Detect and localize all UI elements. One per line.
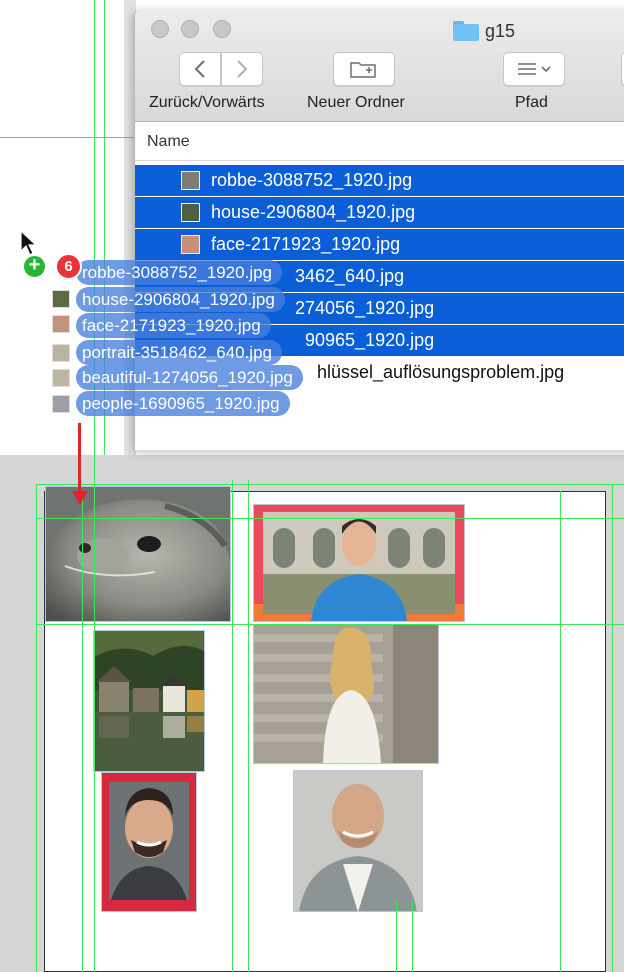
drag-item-label: people-1690965_1920.jpg (82, 394, 280, 413)
new-folder-icon (350, 62, 376, 78)
path-label: Pfad (515, 94, 548, 111)
photo-house[interactable] (93, 630, 205, 772)
file-row[interactable]: robbe-3088752_1920.jpg (135, 165, 624, 196)
guide-vertical-8 (560, 491, 561, 972)
drag-item: house-2906804_1920.jpg (76, 287, 285, 312)
file-name: hlüssel_auflösungsproblem.jpg (317, 362, 565, 382)
photo-woman-stairs[interactable] (253, 624, 439, 764)
guide-vertical-3 (82, 491, 83, 972)
column-header-name[interactable]: Name (135, 123, 624, 161)
guide-vertical-9 (36, 484, 37, 972)
image-thumbnail-icon (52, 315, 70, 333)
guide-vertical-6 (396, 900, 397, 972)
guide-horizontal-4 (36, 518, 624, 519)
guide-vertical-7 (412, 900, 413, 972)
guide-vertical-5 (248, 480, 249, 972)
image-thumbnail-icon (52, 395, 70, 413)
file-name: house-2906804_1920.jpg (211, 202, 416, 222)
file-name: 90965_1920.jpg (305, 330, 435, 350)
close-window-button[interactable] (151, 20, 169, 38)
drag-item: beautiful-1274056_1920.jpg (76, 365, 303, 390)
column-header-label: Name (147, 133, 190, 150)
folder-icon (453, 21, 479, 41)
file-name: 274056_1920.jpg (295, 298, 435, 318)
drag-item-label: house-2906804_1920.jpg (82, 290, 275, 309)
chevron-left-icon (194, 60, 205, 78)
drag-item: face-2171923_1920.jpg (76, 313, 271, 338)
file-name: robbe-3088752_1920.jpg (211, 170, 413, 190)
file-name: 3462_640.jpg (295, 266, 405, 286)
path-button[interactable] (503, 52, 565, 86)
file-name: face-2171923_1920.jpg (211, 234, 401, 254)
image-thumbnail-icon (181, 235, 200, 254)
path-list-icon (518, 63, 551, 75)
zoom-window-button[interactable] (213, 20, 231, 38)
file-row[interactable]: house-2906804_1920.jpg (135, 197, 624, 228)
image-thumbnail-icon (52, 290, 70, 308)
image-thumbnail-icon (181, 171, 200, 190)
guide-vertical-1 (94, 0, 95, 972)
new-folder-label: Neuer Ordner (307, 94, 405, 111)
chevron-right-icon (237, 60, 248, 78)
drag-item-label: beautiful-1274056_1920.jpg (82, 368, 293, 387)
guide-horizontal-1 (0, 137, 134, 138)
window-title-text: g15 (485, 20, 516, 41)
layout-page (44, 486, 606, 972)
canvas-background-left (0, 455, 44, 972)
drag-item: portrait-3518462_640.jpg (76, 340, 282, 365)
forward-button[interactable] (221, 52, 263, 86)
image-thumbnail-icon (52, 344, 70, 362)
drag-item: people-1690965_1920.jpg (76, 391, 290, 416)
guide-vertical-4 (232, 480, 233, 972)
photo-man-red-frame[interactable] (101, 772, 197, 912)
guide-horizontal-3 (36, 624, 624, 625)
drag-item: robbe-3088752_1920.jpg (76, 260, 283, 285)
drag-item-label: face-2171923_1920.jpg (82, 316, 261, 335)
copy-plus-badge: + (22, 254, 47, 279)
image-thumbnail-icon (52, 369, 70, 387)
file-row[interactable]: face-2171923_1920.jpg (135, 229, 624, 260)
new-folder-button[interactable] (333, 52, 395, 86)
guide-horizontal-2 (36, 484, 624, 485)
arrow-cursor-icon (20, 230, 38, 256)
red-arrow-shaft (78, 423, 81, 493)
window-title: g15 (453, 20, 515, 42)
finder-toolbar: g15 Zurück/Vorwärts Neuer Ordner Pfad (135, 10, 624, 122)
drag-item-label: robbe-3088752_1920.jpg (82, 263, 273, 282)
photo-man-blue-shirt[interactable] (253, 504, 465, 622)
minimize-window-button[interactable] (181, 20, 199, 38)
photo-seal[interactable] (45, 486, 231, 622)
drag-count-badge: 6 (55, 253, 82, 280)
back-forward-label: Zurück/Vorwärts (149, 94, 265, 111)
guide-vertical-10 (612, 484, 613, 972)
photo-bald-man[interactable] (293, 770, 423, 912)
back-button[interactable] (179, 52, 221, 86)
image-thumbnail-icon (181, 203, 200, 222)
canvas-background-right (606, 455, 624, 972)
screenshot-root: g15 Zurück/Vorwärts Neuer Ordner Pfad Na… (0, 0, 624, 972)
red-arrow-head (72, 491, 88, 505)
drag-item-label: portrait-3518462_640.jpg (82, 343, 272, 362)
